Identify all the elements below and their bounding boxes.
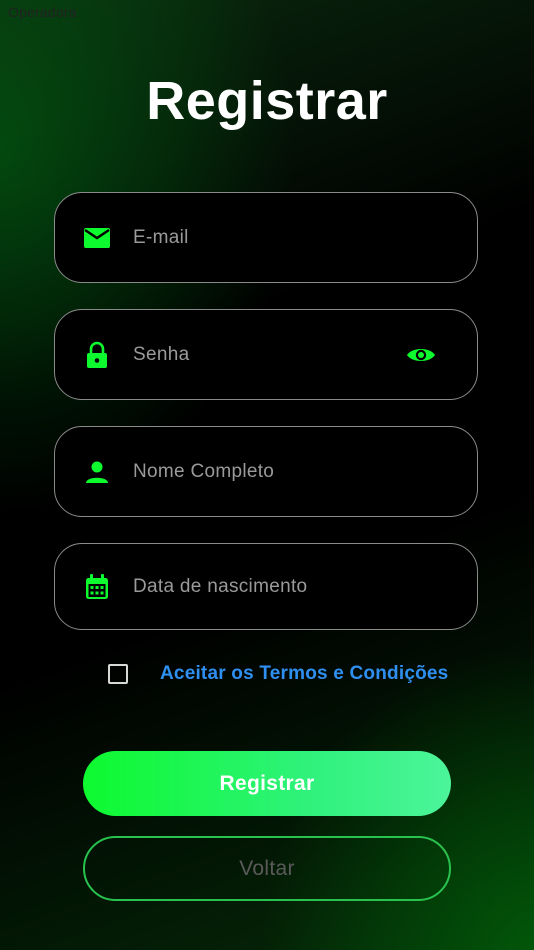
terms-row: Aceitar os Termos e Condições: [108, 660, 448, 688]
mail-icon: [83, 224, 111, 252]
register-button[interactable]: Registrar: [83, 751, 451, 816]
terms-link[interactable]: Aceitar os Termos e Condições: [160, 663, 448, 685]
password-field[interactable]: [54, 309, 478, 400]
calendar-icon: [83, 573, 111, 601]
status-bar: Operadora: [8, 4, 77, 20]
email-field[interactable]: [54, 192, 478, 283]
full-name-field[interactable]: [54, 426, 478, 517]
full-name-input[interactable]: [133, 427, 407, 516]
birth-date-input[interactable]: [133, 544, 407, 629]
back-button[interactable]: Voltar: [83, 836, 451, 901]
page-title: Registrar: [146, 71, 388, 131]
carrier-label: Operadora: [8, 4, 77, 20]
terms-checkbox[interactable]: [108, 664, 128, 684]
person-icon: [83, 458, 111, 486]
email-input[interactable]: [133, 193, 407, 282]
birth-date-field[interactable]: [54, 543, 478, 630]
password-input[interactable]: [133, 310, 407, 399]
eye-icon[interactable]: [405, 339, 437, 371]
lock-icon: [83, 341, 111, 369]
